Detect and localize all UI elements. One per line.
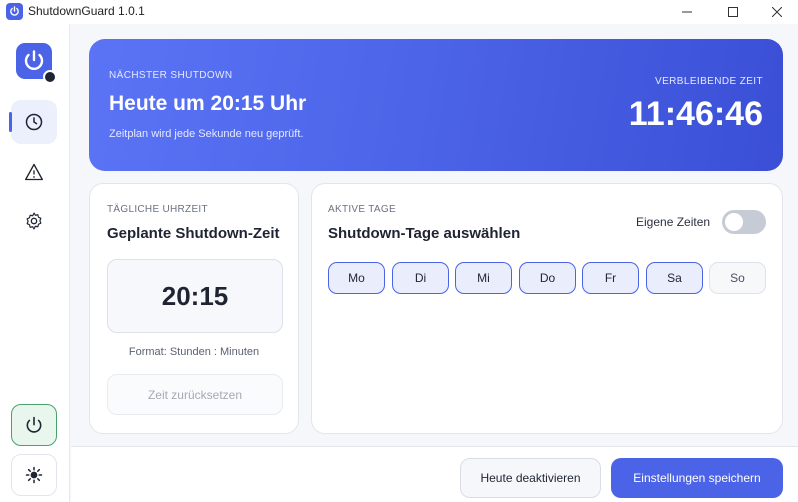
day-button-mo[interactable]: Mo <box>328 262 385 294</box>
day-button-do[interactable]: Do <box>519 262 576 294</box>
daily-time-label: TÄGLICHE UHRZEIT <box>107 204 208 215</box>
next-shutdown-label: NÄCHSTER SHUTDOWN <box>109 70 233 81</box>
gear-icon <box>26 212 42 230</box>
sidebar-item-schedule[interactable] <box>9 100 57 144</box>
footer-bar: Heute deaktivieren Einstellungen speiche… <box>71 446 798 502</box>
app-logo <box>16 43 57 84</box>
sidebar-item-settings[interactable] <box>11 199 57 243</box>
active-days-card: AKTIVE TAGE Shutdown-Tage auswählen Eige… <box>311 183 783 434</box>
maximize-button[interactable] <box>710 0 756 24</box>
power-icon <box>26 416 42 433</box>
minimize-button[interactable] <box>664 0 710 24</box>
theme-toggle-button[interactable] <box>11 454 57 496</box>
sidebar-item-warnings[interactable] <box>11 150 57 194</box>
day-button-mi[interactable]: Mi <box>455 262 512 294</box>
custom-times-label: Eigene Zeiten <box>636 215 711 229</box>
day-button-di[interactable]: Di <box>392 262 449 294</box>
clock-badge-icon <box>43 70 57 84</box>
sidebar <box>0 24 70 502</box>
active-indicator <box>9 112 12 132</box>
custom-times-toggle[interactable] <box>722 210 766 234</box>
window-title: ShutdownGuard 1.0.1 <box>28 4 145 18</box>
active-days-title: Shutdown-Tage auswählen <box>328 225 521 242</box>
reset-time-button[interactable]: Zeit zurücksetzen <box>107 374 283 415</box>
power-logo-icon <box>24 50 44 70</box>
close-button[interactable] <box>754 0 798 24</box>
active-days-label: AKTIVE TAGE <box>328 204 396 215</box>
app-icon <box>6 3 23 20</box>
shutdown-time-input[interactable]: 20:15 <box>107 259 283 333</box>
save-settings-button[interactable]: Einstellungen speichern <box>611 458 783 498</box>
day-selector: Mo Di Mi Do Fr Sa So <box>328 262 766 294</box>
time-format-hint: Format: Stunden : Minuten <box>128 346 260 358</box>
toggle-knob <box>725 213 743 231</box>
disable-today-button[interactable]: Heute deaktivieren <box>460 458 601 498</box>
day-button-fr[interactable]: Fr <box>582 262 639 294</box>
daily-time-title: Geplante Shutdown-Zeit <box>107 225 280 242</box>
warning-icon <box>25 163 43 181</box>
daily-time-card: TÄGLICHE UHRZEIT Geplante Shutdown-Zeit … <box>89 183 299 434</box>
remaining-time-value: 11:46:46 <box>628 95 763 133</box>
day-button-so[interactable]: So <box>709 262 766 294</box>
day-button-sa[interactable]: Sa <box>646 262 703 294</box>
sun-icon <box>25 466 43 484</box>
title-bar: ShutdownGuard 1.0.1 <box>0 0 798 24</box>
power-button[interactable] <box>11 404 57 446</box>
next-shutdown-time: Heute um 20:15 Uhr <box>109 92 307 115</box>
clock-icon <box>25 113 43 131</box>
schedule-check-note: Zeitplan wird jede Sekunde neu geprüft. <box>109 128 304 140</box>
next-shutdown-banner: NÄCHSTER SHUTDOWN Heute um 20:15 Uhr Zei… <box>89 39 783 171</box>
remaining-time-label: VERBLEIBENDE ZEIT <box>655 76 763 87</box>
